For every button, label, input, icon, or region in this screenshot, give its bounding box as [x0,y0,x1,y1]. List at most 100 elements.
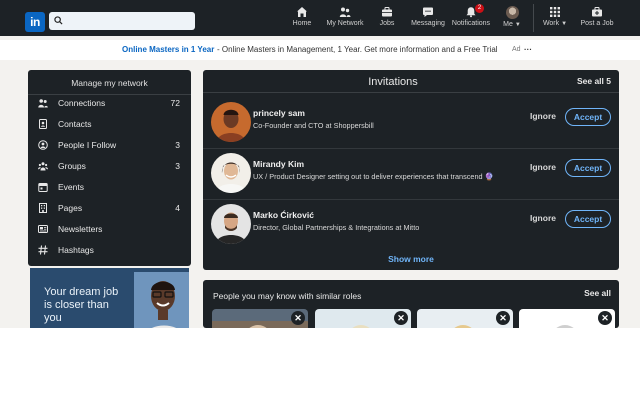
top-nav: in Home My Network Jobs Messaging 2 Noti… [0,0,640,36]
ad-text: - Online Masters in Management, 1 Year. … [217,45,498,54]
contact-card-icon [39,119,47,129]
dismiss-icon[interactable]: ✕ [598,311,612,325]
app: in Home My Network Jobs Messaging 2 Noti… [0,0,640,328]
people-see-all-link[interactable]: See all [584,288,611,298]
network-item-count: 72 [170,98,180,108]
nav-work-label: Work [542,20,560,27]
grid-icon [550,7,560,17]
building-icon [39,203,47,213]
dismiss-icon[interactable]: ✕ [394,311,408,325]
accept-button[interactable]: Accept [565,108,611,126]
network-item-label: Pages [58,203,83,213]
calendar-icon [38,183,48,192]
ad-banner: Online Masters in 1 Year - Online Master… [0,40,640,60]
linkedin-logo[interactable]: in [25,12,45,32]
network-item-count: 4 [175,203,180,213]
home-icon [297,7,307,17]
nav-work[interactable]: Work ▼ [542,6,568,32]
nav-home[interactable]: Home [290,6,314,32]
nav-messaging-label: Messaging [411,20,445,27]
invitation-row: princely sam Co-Founder and CTO at Shopp… [203,100,619,144]
nav-jobs[interactable]: Jobs [376,6,398,32]
manage-network-card: Manage my network Connections 72 Contact… [28,70,191,266]
suggestion-card[interactable]: ✕ [519,309,615,328]
network-item-pages[interactable]: Pages 4 [28,199,191,217]
newsletter-icon [38,225,48,233]
ad-tag: Ad [512,46,521,53]
people-icon [38,99,48,108]
search-input[interactable] [49,12,195,30]
groups-icon [38,162,48,171]
show-more-button[interactable]: Show more [203,254,619,264]
profile-photo[interactable] [211,204,251,244]
chat-icon [423,7,433,17]
dismiss-icon[interactable]: ✕ [496,311,510,325]
network-item-count: 3 [175,140,180,150]
dismiss-icon[interactable]: ✕ [291,311,305,325]
network-item-hashtags[interactable]: Hashtags [28,241,191,259]
profile-photo[interactable] [211,102,251,142]
person-follow-icon [38,140,48,150]
nav-my-network-label: My Network [326,20,364,27]
search-icon [54,16,63,25]
notification-badge: 2 [475,4,484,13]
divider [203,199,619,200]
network-item-label: Groups [58,161,86,171]
nav-post-a-job-label: Post a Job [580,20,614,27]
network-item-label: Newsletters [58,224,103,234]
job-promo-card[interactable]: Your dream job is closer than you [30,268,189,328]
network-item-contacts[interactable]: Contacts [28,115,191,133]
network-item-label: Connections [58,98,106,108]
ignore-button[interactable]: Ignore [530,162,556,172]
profile-photo[interactable] [211,153,251,193]
divider [203,148,619,149]
promo-text: Your dream job is closer than you [44,286,119,324]
invitation-row: Marko Ćirković Director, Global Partners… [203,202,619,246]
nav-me[interactable]: Me ▼ [502,6,522,32]
suggestion-card[interactable]: ✕ [315,309,411,328]
ignore-button[interactable]: Ignore [530,111,556,121]
manage-network-title: Manage my network [71,78,148,88]
network-item-connections[interactable]: Connections 72 [28,94,191,112]
invitations-card: Invitations See all 5 princely sam Co-Fo… [203,70,619,270]
invitation-headline: UX / Product Designer setting out to del… [253,172,494,181]
divider [203,92,619,93]
briefcase-icon [382,7,392,17]
nav-me-label: Me [503,21,513,28]
chevron-down-icon: ▼ [561,21,568,27]
ad-more-icon[interactable]: ··· [524,40,532,60]
invitation-name[interactable]: princely sam [253,108,305,118]
avatar [505,6,519,19]
network-item-events[interactable]: Events [28,178,191,196]
network-item-groups[interactable]: Groups 3 [28,157,191,175]
nav-my-network[interactable]: My Network [325,6,365,32]
network-item-label: Events [58,182,84,192]
ignore-button[interactable]: Ignore [530,213,556,223]
invitation-name[interactable]: Mirandy Kim [253,159,304,169]
invitations-see-all-link[interactable]: See all 5 [577,76,611,86]
network-item-newsletters[interactable]: Newsletters [28,220,191,238]
suggestion-card[interactable]: ✕ [417,309,513,328]
briefcase-plus-icon [592,7,602,17]
network-item-count: 3 [175,161,180,171]
promo-person-image [134,272,189,328]
network-icon [339,7,351,17]
nav-notifications-label: Notifications [451,20,491,27]
network-item-label: People I Follow [58,140,117,150]
invitation-name[interactable]: Marko Ćirković [253,210,314,220]
people-you-may-know-card: People you may know with similar roles S… [203,280,619,328]
accept-button[interactable]: Accept [565,159,611,177]
nav-notifications[interactable]: 2 Notifications [451,4,491,32]
nav-messaging[interactable]: Messaging [410,6,446,32]
chevron-down-icon: ▼ [514,22,521,28]
nav-home-label: Home [292,20,312,27]
suggestion-card[interactable]: ✕ [212,309,308,328]
nav-divider [533,4,534,32]
accept-button[interactable]: Accept [565,210,611,228]
invitation-headline: Co-Founder and CTO at Shoppersbill [253,121,374,130]
ad-link[interactable]: Online Masters in 1 Year [122,40,214,60]
nav-jobs-label: Jobs [379,20,395,27]
invitation-row: Mirandy Kim UX / Product Designer settin… [203,151,619,195]
nav-post-a-job[interactable]: Post a Job [580,6,614,32]
network-item-people-i-follow[interactable]: People I Follow 3 [28,136,191,154]
